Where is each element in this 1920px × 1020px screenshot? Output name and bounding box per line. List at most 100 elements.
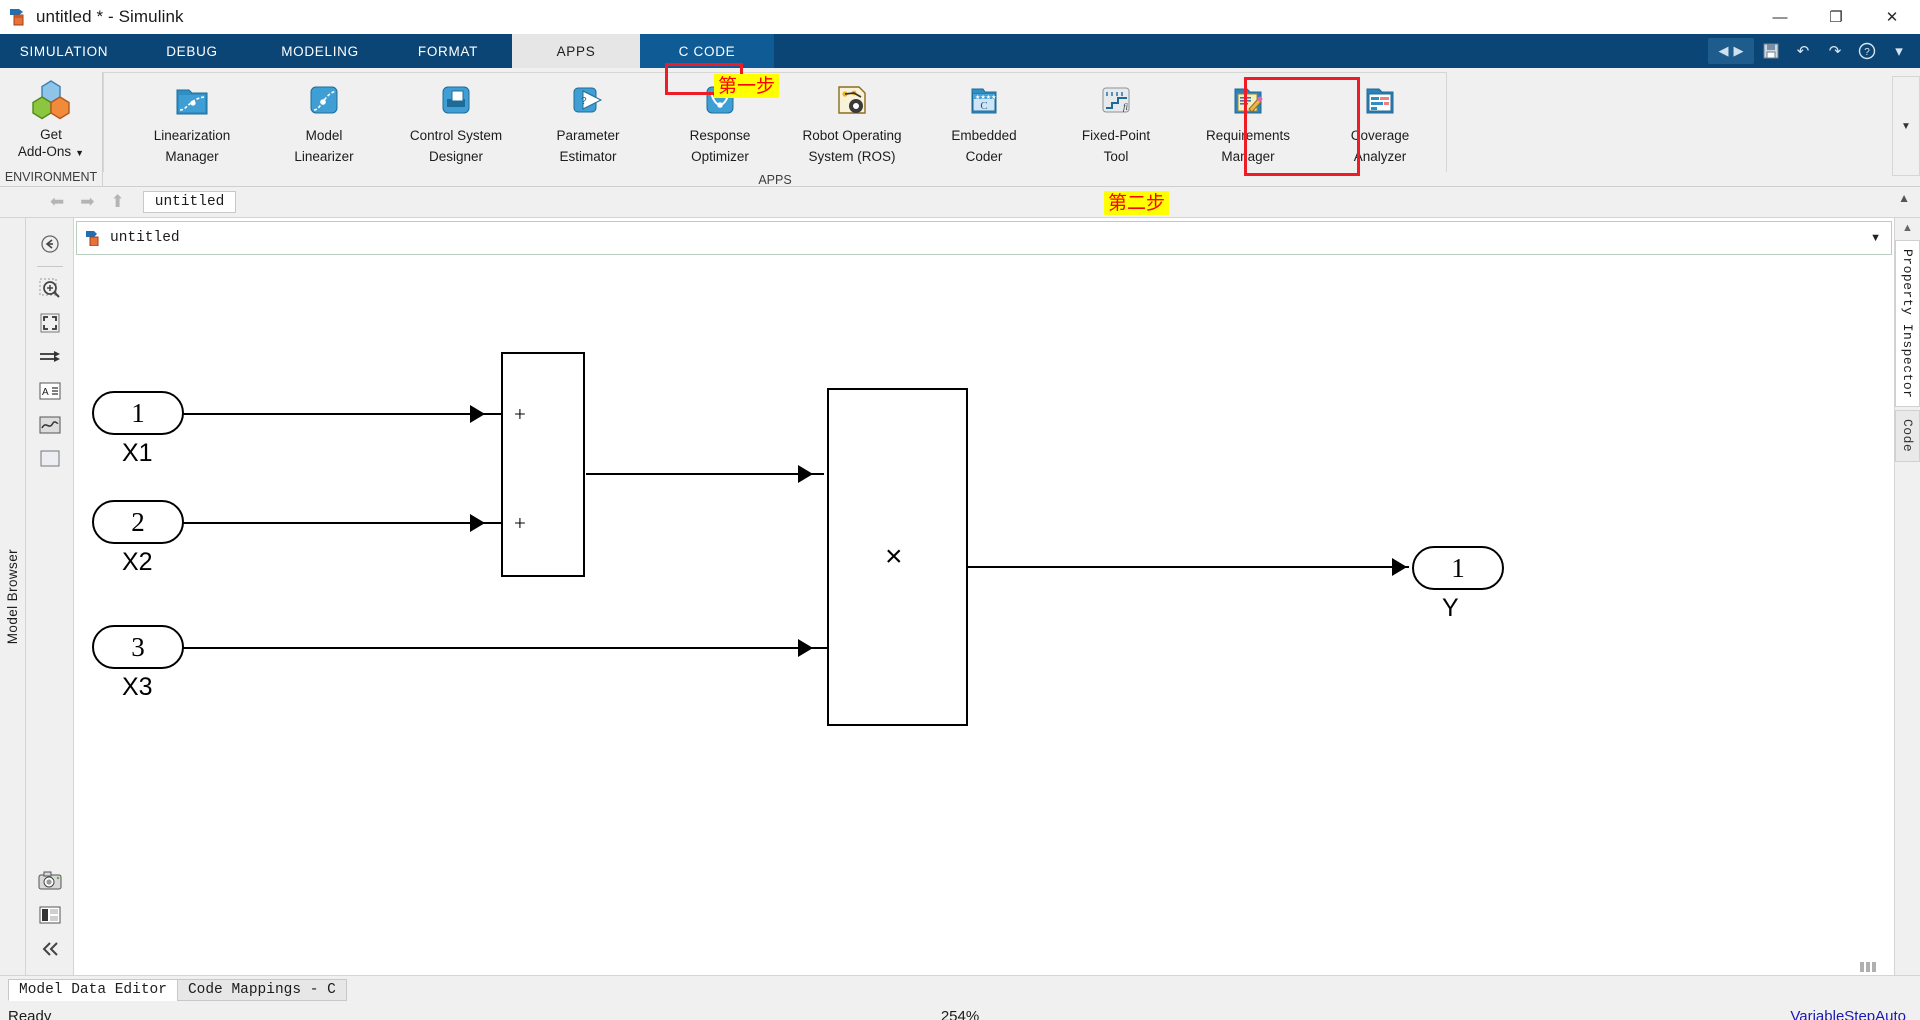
environment-group: Get Add-Ons ▼ ENVIRONMENT [0, 68, 102, 186]
solver-name[interactable]: VariableStepAuto [1790, 1008, 1906, 1020]
fixed-point-tool-icon: fi [1098, 82, 1134, 123]
save-icon[interactable] [1756, 37, 1786, 65]
app-control-system-designer[interactable]: Control System Designer [390, 73, 522, 165]
app-label: Tool [1103, 149, 1129, 164]
inport-label-1: X1 [122, 439, 153, 467]
app-coverage-analyzer[interactable]: Coverage Analyzer [1314, 73, 1446, 165]
chevron-down-icon: ▼ [1901, 120, 1911, 132]
tab-apps[interactable]: APPS [512, 34, 640, 68]
tab-model-data-editor[interactable]: Model Data Editor [8, 979, 178, 1001]
arrow-sum-in2 [470, 514, 485, 532]
tab-code-mappings-c[interactable]: Code Mappings - C [176, 979, 347, 1001]
undo-icon[interactable]: ↶ [1788, 37, 1818, 65]
apps-group: Linearization Manager Model Linearizer C… [102, 72, 1920, 187]
linearization-manager-icon [174, 82, 210, 123]
breadcrumb-path[interactable]: untitled [142, 191, 237, 213]
minimize-button[interactable]: — [1752, 0, 1808, 34]
rail-bottom-group [26, 865, 74, 967]
collapse-ribbon-icon[interactable]: ▲ [1898, 191, 1910, 205]
zoom-level[interactable]: 254% [0, 1008, 1920, 1020]
inport-block-1[interactable]: 1 [92, 391, 184, 435]
sum-block[interactable] [501, 352, 585, 577]
app-label: Linearization [153, 128, 231, 143]
title-bar: untitled * - Simulink — ❐ ✕ [0, 0, 1920, 34]
app-label: Control System [409, 128, 503, 143]
inport-block-3[interactable]: 3 [92, 625, 184, 669]
maximize-button[interactable]: ❐ [1808, 0, 1864, 34]
zoom-in-icon[interactable] [34, 273, 66, 305]
svg-text:C: C [980, 100, 987, 112]
up-arrow-icon[interactable]: ⬆ [111, 192, 125, 212]
wire-x2-to-sum [182, 522, 512, 524]
chevron-down-icon[interactable]: ▾ [1884, 37, 1914, 65]
tab-simulation[interactable]: SIMULATION [0, 34, 128, 68]
nav-back-icon[interactable]: ◀ [1719, 43, 1729, 59]
print-layout-icon[interactable] [34, 899, 66, 931]
annotation-step-one: 第一步 [714, 74, 780, 98]
tab-debug[interactable]: DEBUG [128, 34, 256, 68]
simulink-canvas[interactable]: 1 X1 2 X2 3 X3 + + × 1 Y [74, 255, 1894, 975]
ribbon-expand-button[interactable]: ▼ [1892, 76, 1920, 176]
dock-property-inspector[interactable]: Property Inspector [1895, 240, 1920, 408]
arrow-sum-in1 [470, 405, 485, 423]
history-nav-group[interactable]: ◀ ▶ [1708, 38, 1754, 64]
app-requirements-manager[interactable]: Requirements Manager [1182, 73, 1314, 165]
environment-group-label: ENVIRONMENT [4, 170, 98, 184]
app-label: Coder [965, 149, 1003, 164]
app-label: Robot Operating [802, 128, 902, 143]
tab-modeling[interactable]: MODELING [256, 34, 384, 68]
tab-format[interactable]: FORMAT [384, 34, 512, 68]
navigate-back-icon[interactable] [34, 228, 66, 260]
canvas-resize-grip[interactable] [1860, 962, 1890, 972]
get-add-ons-label-1: Get [40, 127, 62, 142]
app-label: Response [689, 128, 751, 143]
dock-code[interactable]: Code [1895, 410, 1920, 462]
camera-snapshot-icon[interactable] [34, 865, 66, 897]
chevron-down-icon[interactable]: ▼ [1870, 232, 1881, 244]
scroll-up-icon[interactable]: ▲ [1902, 222, 1913, 234]
app-robot-operating-system[interactable]: Robot Operating System (ROS) [786, 73, 918, 165]
arrow-product-in2 [798, 639, 813, 657]
forward-arrow-icon[interactable]: ➡ [80, 192, 94, 212]
redo-icon[interactable]: ↷ [1820, 37, 1850, 65]
collapse-rail-icon[interactable] [34, 933, 66, 965]
chevron-down-icon[interactable]: ▼ [75, 148, 84, 158]
signal-routing-icon[interactable] [34, 341, 66, 373]
app-model-linearizer[interactable]: Model Linearizer [258, 73, 390, 165]
back-arrow-icon[interactable]: ⬅ [50, 192, 64, 212]
help-icon[interactable]: ? [1852, 37, 1882, 65]
svg-text:A: A [42, 387, 49, 398]
app-fixed-point-tool[interactable]: fi Fixed-Point Tool [1050, 73, 1182, 165]
annotation-icon[interactable]: A [34, 375, 66, 407]
app-label: Analyzer [1353, 149, 1407, 164]
app-label: Manager [165, 149, 219, 164]
nav-forward-icon[interactable]: ▶ [1734, 43, 1744, 59]
wire-x3-to-product [182, 647, 827, 649]
close-button[interactable]: ✕ [1864, 0, 1920, 34]
app-embedded-coder[interactable]: ★★★★ C Embedded Coder [918, 73, 1050, 165]
canvas-wrapper: untitled ▼ 1 X1 2 X2 3 X3 + + × 1 Y [74, 218, 1894, 975]
area-block-icon[interactable] [34, 443, 66, 475]
tab-c-code[interactable]: C CODE [640, 34, 774, 68]
inport-block-2[interactable]: 2 [92, 500, 184, 544]
svg-text:?: ? [581, 96, 587, 107]
embedded-coder-icon: ★★★★ C [966, 82, 1002, 123]
coverage-analyzer-icon [1362, 82, 1398, 123]
breadcrumb-nav: ⬅ ➡ ⬆ [50, 192, 125, 212]
inport-label-3: X3 [122, 673, 153, 701]
app-label: Embedded [951, 128, 1017, 143]
app-linearization-manager[interactable]: Linearization Manager [126, 73, 258, 165]
simulink-model-icon [9, 8, 29, 26]
scope-viewer-icon[interactable] [34, 409, 66, 441]
get-add-ons-button[interactable]: Get Add-Ons ▼ [18, 77, 84, 162]
outport-block-1[interactable]: 1 [1412, 546, 1504, 590]
fit-to-view-icon[interactable] [34, 307, 66, 339]
status-bar: Ready 254% VariableStepAuto [0, 1001, 1920, 1020]
app-parameter-estimator[interactable]: ? Parameter Estimator [522, 73, 654, 165]
window-title: untitled * - Simulink [36, 7, 184, 26]
product-operator: × [885, 540, 903, 573]
model-browser-dock[interactable]: Model Browser [0, 218, 26, 975]
app-label: Linearizer [294, 149, 354, 164]
svg-text:?: ? [1864, 47, 1870, 58]
model-header-bar: untitled ▼ [76, 221, 1892, 255]
